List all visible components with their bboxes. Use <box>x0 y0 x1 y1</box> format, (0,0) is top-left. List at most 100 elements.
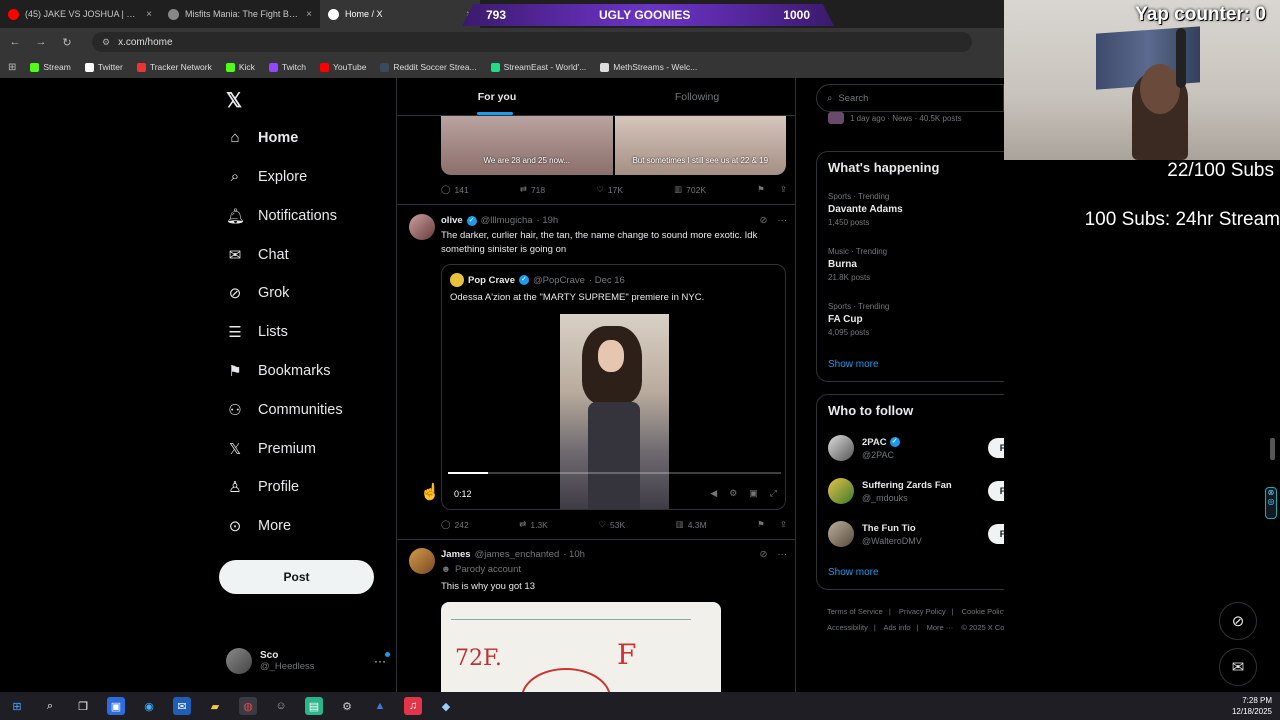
nav-chat[interactable]: ✉ Chat <box>226 246 289 264</box>
nav-bookmarks[interactable]: ⚑ Bookmarks <box>226 362 330 380</box>
side-widget-icon[interactable]: ⊗ ◎ <box>1265 487 1277 519</box>
app-icon[interactable]: ▲ <box>371 697 389 715</box>
quote-tweet[interactable]: Pop Crave ✓ @PopCrave · Dec 16 Odessa A'… <box>441 264 786 510</box>
nav-premium[interactable]: 𝕏 Premium <box>226 440 316 458</box>
share-icon[interactable]: ⇪ <box>780 184 787 195</box>
author-handle[interactable]: @lllmugicha <box>481 215 533 226</box>
video-player[interactable]: 0:12 ◀ ⚙ ▣ ⤢ <box>442 314 785 509</box>
reply-button[interactable]: ◯ 242 <box>441 519 469 530</box>
video-progress[interactable] <box>448 472 781 474</box>
footer-link[interactable]: Ads info <box>883 623 910 632</box>
bookmark-item[interactable]: Twitch <box>268 62 306 72</box>
grok-fab-icon[interactable]: ⊘ <box>1219 602 1257 640</box>
grok-icon[interactable]: ⊘ <box>760 215 768 226</box>
views-button[interactable]: ▥ 4.3M <box>676 519 707 530</box>
bookmark-icon[interactable]: ⚑ <box>757 184 765 195</box>
tweet-time[interactable]: · 19h <box>537 215 559 226</box>
trend-item[interactable]: Sports · Trending Davante Adams 1,450 po… <box>828 192 1004 227</box>
pip-icon[interactable]: ▣ <box>749 488 758 499</box>
avatar[interactable] <box>409 548 435 574</box>
views-button[interactable]: ▥ 702K <box>674 184 706 195</box>
messages-fab-icon[interactable]: ✉ <box>1219 648 1257 686</box>
grok-icon[interactable]: ⊘ <box>760 549 768 560</box>
edge-icon[interactable]: ◉ <box>140 697 158 715</box>
tweet-time[interactable]: · 10h <box>563 549 585 560</box>
bookmark-item[interactable]: Stream <box>30 62 71 72</box>
news-item[interactable]: 1 day ago · News · 40.5K posts <box>828 111 1004 125</box>
footer-link[interactable]: Cookie Policy <box>962 607 1004 616</box>
apps-grid-icon[interactable]: ⊞ <box>8 62 16 73</box>
follow-button[interactable]: Follow <box>988 438 1004 458</box>
mail-icon[interactable]: ✉ <box>173 697 191 715</box>
search-input[interactable]: ⌕ Search <box>816 84 1004 112</box>
like-button[interactable]: ♡ 53K <box>598 519 625 530</box>
trend-item[interactable]: Sports · Trending FA Cup 4,095 posts ··· <box>828 302 1004 337</box>
reload-icon[interactable]: ↻ <box>60 36 74 49</box>
music-icon[interactable]: ♫ <box>404 697 422 715</box>
footer-link[interactable]: More ··· <box>927 623 954 632</box>
more-options-icon[interactable]: ··· <box>374 652 390 668</box>
close-tab-icon[interactable]: × <box>306 9 312 20</box>
fullscreen-icon[interactable]: ⤢ <box>770 488 777 499</box>
chrome-icon[interactable]: ◍ <box>239 697 257 715</box>
settings-icon[interactable]: ⚙ <box>729 488 737 499</box>
follow-suggestion[interactable]: 2PAC✓ @2PAC Follow <box>828 433 1004 463</box>
close-tab-icon[interactable]: × <box>146 9 152 20</box>
app-icon[interactable]: ▤ <box>305 697 323 715</box>
back-icon[interactable]: ← <box>8 36 22 48</box>
tweet-image[interactable]: 72F. F <box>441 602 721 692</box>
author-name[interactable]: olive <box>441 215 463 226</box>
bookmark-item[interactable]: Kick <box>225 62 255 72</box>
more-icon[interactable]: ··· <box>778 549 788 560</box>
nav-explore[interactable]: ⌕ Explore <box>226 168 307 185</box>
bookmark-item[interactable]: Twitter <box>84 62 123 72</box>
author-handle[interactable]: @james_enchanted <box>475 549 560 560</box>
share-icon[interactable]: ⇪ <box>780 519 787 530</box>
forward-icon[interactable]: → <box>34 36 48 48</box>
bookmark-item[interactable]: StreamEast - World'... <box>490 62 586 72</box>
task-view-icon[interactable]: ❐ <box>74 697 92 715</box>
site-info-icon[interactable]: ⚙ <box>102 37 110 48</box>
page-scrollbar[interactable] <box>1270 438 1275 460</box>
like-button[interactable]: ♡ 17K <box>596 184 623 195</box>
folder-icon[interactable]: ▰ <box>206 697 224 715</box>
avatar[interactable] <box>409 214 435 240</box>
search-icon[interactable]: ⌕ <box>41 697 59 715</box>
store-icon[interactable]: ▣ <box>107 697 125 715</box>
nav-profile[interactable]: ♙ Profile <box>226 478 299 496</box>
windows-start-icon[interactable]: ⊞ <box>8 697 26 715</box>
nav-notifications[interactable]: 🔔︎ Notifications <box>226 207 337 225</box>
browser-tab-youtube[interactable]: (45) JAKE VS JOSHUA | WEIGH- × <box>0 0 160 28</box>
nav-more[interactable]: ⊙ More <box>226 517 291 535</box>
bookmark-item[interactable]: Reddit Soccer Strea... <box>380 62 477 72</box>
follow-button[interactable]: Follow <box>988 524 1004 544</box>
app-icon[interactable]: ◆ <box>437 697 455 715</box>
footer-link[interactable]: Privacy Policy <box>899 607 946 616</box>
browser-tab-x-home[interactable]: Home / X × <box>320 0 480 28</box>
nav-home[interactable]: ⌂ Home <box>226 129 298 146</box>
address-bar[interactable]: ⚙ x.com/home <box>92 32 972 52</box>
x-logo-icon[interactable]: 𝕏 <box>226 88 242 113</box>
account-switcher[interactable]: Sco @_Heedless ··· <box>226 648 390 674</box>
post-button[interactable]: Post <box>219 560 374 594</box>
tab-for-you[interactable]: For you <box>397 78 597 115</box>
nav-grok[interactable]: ⊘ Grok <box>226 284 290 302</box>
nav-lists[interactable]: ☰ Lists <box>226 323 288 341</box>
volume-icon[interactable]: ◀ <box>710 488 717 499</box>
author-name[interactable]: James <box>441 549 471 560</box>
show-more-link[interactable]: Show more <box>828 567 879 578</box>
bookmark-item[interactable]: Tracker Network <box>136 62 212 72</box>
repost-button[interactable]: ⇄ 718 <box>520 184 545 195</box>
browser-tab-misfits[interactable]: Misfits Mania: The Fight Before × <box>160 0 320 28</box>
footer-link[interactable]: Accessibility <box>827 623 868 632</box>
more-icon[interactable]: ··· <box>778 215 788 226</box>
steam-icon[interactable]: ⚙ <box>338 697 356 715</box>
show-more-link[interactable]: Show more <box>828 359 879 370</box>
tab-following[interactable]: Following <box>597 78 795 115</box>
bookmark-item[interactable]: MethStreams - Welc... <box>600 62 697 72</box>
follow-suggestion[interactable]: Suffering Zards Fan @_mdouks Follow <box>828 476 1004 506</box>
trend-item[interactable]: Music · Trending Burna 21.8K posts ··· <box>828 247 1004 282</box>
reply-button[interactable]: ◯ 141 <box>441 184 469 195</box>
discord-icon[interactable]: ☺ <box>272 697 290 715</box>
taskbar-clock[interactable]: 7:28 PM 12/18/2025 <box>1232 695 1272 717</box>
